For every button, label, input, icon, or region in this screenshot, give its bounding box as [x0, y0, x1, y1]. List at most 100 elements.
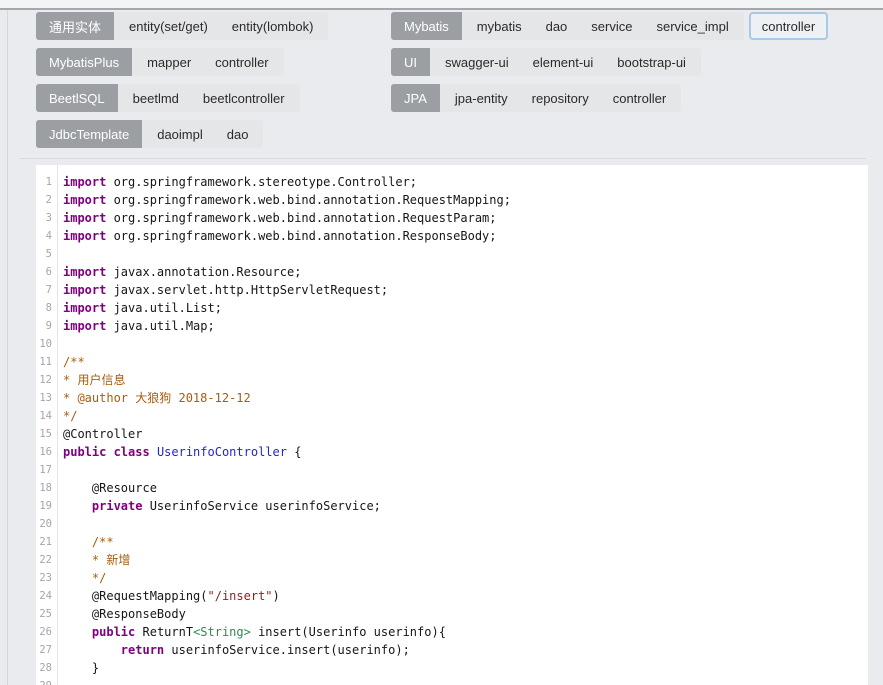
- code-line: 16public class UserinfoController {: [36, 443, 868, 461]
- line-number: 17: [36, 461, 57, 479]
- code-lines: 1import org.springframework.stereotype.C…: [36, 165, 868, 685]
- template-group-ui: UIswagger-uielement-uibootstrap-ui: [391, 48, 828, 76]
- toolbar-button-entity-lombok[interactable]: entity(lombok): [220, 12, 326, 40]
- line-number: 20: [36, 515, 57, 533]
- toolbar-button-repository[interactable]: repository: [520, 84, 601, 112]
- line-number: 7: [36, 281, 57, 299]
- code-line: 13* @author 大狼狗 2018-12-12: [36, 389, 868, 407]
- toolbar-button-controller[interactable]: controller: [601, 84, 678, 112]
- code-text: import java.util.Map;: [57, 317, 215, 335]
- toolbar-button-controller[interactable]: controller: [203, 48, 280, 76]
- code-text: * 用户信息: [57, 371, 125, 389]
- code-text: @ResponseBody: [57, 605, 186, 623]
- line-number: 19: [36, 497, 57, 515]
- window-top-border: [0, 8, 883, 10]
- line-number: 14: [36, 407, 57, 425]
- line-number: 6: [36, 263, 57, 281]
- code-line: 27 return userinfoService.insert(userinf…: [36, 641, 868, 659]
- code-text: import org.springframework.web.bind.anno…: [57, 227, 497, 245]
- code-line: 18 @Resource: [36, 479, 868, 497]
- code-text: public class UserinfoController {: [57, 443, 301, 461]
- toolbar-button-beetlcontroller[interactable]: beetlcontroller: [191, 84, 297, 112]
- code-line: 1import org.springframework.stereotype.C…: [36, 173, 868, 191]
- template-group-mybatisplus: MybatisPlusmappercontroller: [36, 48, 328, 76]
- line-number: 26: [36, 623, 57, 641]
- group-label: JdbcTemplate: [36, 120, 142, 148]
- group-buttons: daoimpldao: [142, 120, 263, 148]
- group-label: Mybatis: [391, 12, 462, 40]
- code-line: 22 * 新增: [36, 551, 868, 569]
- line-number: 10: [36, 335, 57, 353]
- toolbar-button-dao[interactable]: dao: [534, 12, 580, 40]
- toolbar-button-bootstrap-ui[interactable]: bootstrap-ui: [605, 48, 698, 76]
- toolbar-button-entity-set-get[interactable]: entity(set/get): [117, 12, 220, 40]
- code-text: private UserinfoService userinfoService;: [57, 497, 381, 515]
- code-text: [57, 461, 63, 479]
- line-number: 25: [36, 605, 57, 623]
- line-number: 22: [36, 551, 57, 569]
- code-line: 6import javax.annotation.Resource;: [36, 263, 868, 281]
- toolbar-button-mapper[interactable]: mapper: [135, 48, 203, 76]
- code-line: 24 @RequestMapping("/insert"): [36, 587, 868, 605]
- code-line: 19 private UserinfoService userinfoServi…: [36, 497, 868, 515]
- group-buttons: entity(set/get)entity(lombok): [114, 12, 328, 40]
- code-line: 3import org.springframework.web.bind.ann…: [36, 209, 868, 227]
- toolbar-button-dao[interactable]: dao: [215, 120, 261, 148]
- code-line: 25 @ResponseBody: [36, 605, 868, 623]
- code-text: import javax.servlet.http.HttpServletReq…: [57, 281, 388, 299]
- line-number: 9: [36, 317, 57, 335]
- code-text: */: [57, 407, 77, 425]
- code-line: 9import java.util.Map;: [36, 317, 868, 335]
- top-strip: [0, 0, 883, 8]
- code-text: * @author 大狼狗 2018-12-12: [57, 389, 251, 407]
- toolbar-button-swagger-ui[interactable]: swagger-ui: [433, 48, 521, 76]
- code-text: import org.springframework.web.bind.anno…: [57, 191, 511, 209]
- template-group-beetlsql: BeetlSQLbeetlmdbeetlcontroller: [36, 84, 328, 112]
- group-label: 通用实体: [36, 12, 114, 40]
- line-number: 18: [36, 479, 57, 497]
- line-number: 3: [36, 209, 57, 227]
- toolbar-button-beetlmd[interactable]: beetlmd: [121, 84, 191, 112]
- code-line: 17: [36, 461, 868, 479]
- code-text: return userinfoService.insert(userinfo);: [57, 641, 410, 659]
- toolbar-button-service[interactable]: service: [579, 12, 644, 40]
- group-label: MybatisPlus: [36, 48, 132, 76]
- code-text: import org.springframework.stereotype.Co…: [57, 173, 417, 191]
- code-text: @RequestMapping("/insert"): [57, 587, 280, 605]
- code-panel[interactable]: 1import org.springframework.stereotype.C…: [36, 165, 868, 685]
- group-buttons: jpa-entityrepositorycontroller: [440, 84, 681, 112]
- line-number: 28: [36, 659, 57, 677]
- template-group-jpa: JPAjpa-entityrepositorycontroller: [391, 84, 828, 112]
- toolbar-button-element-ui[interactable]: element-ui: [521, 48, 606, 76]
- code-text: @Resource: [57, 479, 157, 497]
- line-number: 11: [36, 353, 57, 371]
- code-text: [57, 335, 63, 353]
- code-text: @Controller: [57, 425, 142, 443]
- line-number: 13: [36, 389, 57, 407]
- group-label: BeetlSQL: [36, 84, 118, 112]
- toolbar-button-daoimpl[interactable]: daoimpl: [145, 120, 215, 148]
- line-number: 21: [36, 533, 57, 551]
- line-number: 8: [36, 299, 57, 317]
- toolbar-button-jpa-entity[interactable]: jpa-entity: [443, 84, 520, 112]
- code-line: 21 /**: [36, 533, 868, 551]
- code-line: 12* 用户信息: [36, 371, 868, 389]
- code-line: 20: [36, 515, 868, 533]
- line-number: 27: [36, 641, 57, 659]
- group-buttons: mappercontroller: [132, 48, 284, 76]
- group-buttons: beetlmdbeetlcontroller: [118, 84, 300, 112]
- code-text: [57, 245, 63, 263]
- code-line: 2import org.springframework.web.bind.ann…: [36, 191, 868, 209]
- code-line: 7import javax.servlet.http.HttpServletRe…: [36, 281, 868, 299]
- group-label: UI: [391, 48, 430, 76]
- template-group-item: 通用实体entity(set/get)entity(lombok): [36, 12, 328, 40]
- code-line: 23 */: [36, 569, 868, 587]
- toolbar-button-controller[interactable]: controller: [749, 12, 828, 40]
- toolbar-button-mybatis[interactable]: mybatis: [465, 12, 534, 40]
- code-text: */: [57, 569, 106, 587]
- toolbar-left-column: 通用实体entity(set/get)entity(lombok) Mybatis…: [36, 12, 328, 148]
- code-line: 5: [36, 245, 868, 263]
- toolbar-button-service-impl[interactable]: service_impl: [644, 12, 740, 40]
- template-group-jdbctemplate: JdbcTemplatedaoimpldao: [36, 120, 328, 148]
- line-number: 23: [36, 569, 57, 587]
